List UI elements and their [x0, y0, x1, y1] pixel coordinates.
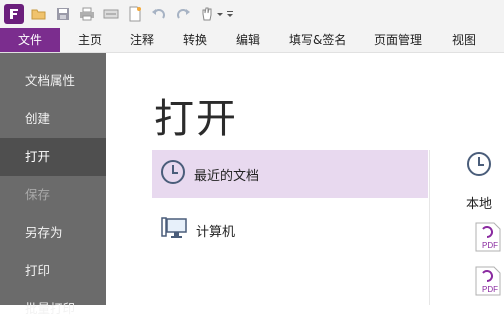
print-icon[interactable]: [78, 5, 96, 23]
menu-edit[interactable]: 编辑: [236, 28, 260, 52]
redo-icon[interactable]: [174, 5, 192, 23]
local-section-label: 本地: [466, 197, 493, 212]
computer-option[interactable]: 计算机: [152, 206, 428, 254]
menu-file[interactable]: 文件: [0, 28, 60, 52]
undo-icon[interactable]: [150, 5, 168, 23]
pdf-badge-text: PDF: [482, 285, 498, 294]
panel-divider: [429, 150, 430, 305]
computer-label: 计算机: [196, 224, 236, 240]
nav-save: 保存: [25, 187, 51, 202]
clock-icon: [160, 159, 186, 189]
menu-bar: 文件 主页 注释 转换 编辑 填写&签名 页面管理 视图: [0, 28, 504, 53]
recent-clock-icon: [466, 151, 492, 181]
menu-convert[interactable]: 转换: [183, 28, 207, 52]
menu-organize[interactable]: 页面管理: [374, 28, 422, 52]
pdf-file-icon[interactable]: PDF: [474, 222, 502, 252]
nav-save-as[interactable]: 另存为: [0, 214, 106, 252]
nav-document-properties[interactable]: 文档属性: [0, 62, 106, 100]
app-logo-icon: [4, 4, 24, 24]
customize-toolbar-icon[interactable]: [226, 5, 234, 23]
nav-open[interactable]: 打开: [0, 138, 106, 176]
computer-icon: [160, 214, 188, 246]
new-document-icon[interactable]: [126, 5, 144, 23]
pdf-badge-text: PDF: [482, 241, 498, 250]
recent-documents-label: 最近的文档: [194, 168, 260, 184]
nav-create[interactable]: 创建: [0, 100, 106, 138]
recent-documents-option[interactable]: 最近的文档: [152, 150, 428, 198]
dropdown-arrow-icon[interactable]: [216, 5, 224, 23]
quick-access-toolbar: [0, 0, 504, 28]
scan-icon[interactable]: [102, 5, 120, 23]
menu-view[interactable]: 视图: [452, 28, 476, 52]
nav-print[interactable]: 打印: [0, 252, 106, 290]
hand-tool-icon[interactable]: [198, 5, 216, 23]
nav-batch-print[interactable]: 批量打印: [0, 290, 106, 328]
menu-home[interactable]: 主页: [78, 28, 102, 52]
page-title: 打开: [154, 96, 238, 142]
menu-comment[interactable]: 注释: [130, 28, 154, 52]
save-icon[interactable]: [54, 5, 72, 23]
open-folder-icon[interactable]: [30, 5, 48, 23]
pdf-file-icon[interactable]: PDF: [474, 266, 502, 296]
menu-fill-sign[interactable]: 填写&签名: [289, 28, 346, 52]
backstage-nav: 文档属性 创建 打开 保存 另存为 打印 批量打印: [0, 53, 106, 316]
